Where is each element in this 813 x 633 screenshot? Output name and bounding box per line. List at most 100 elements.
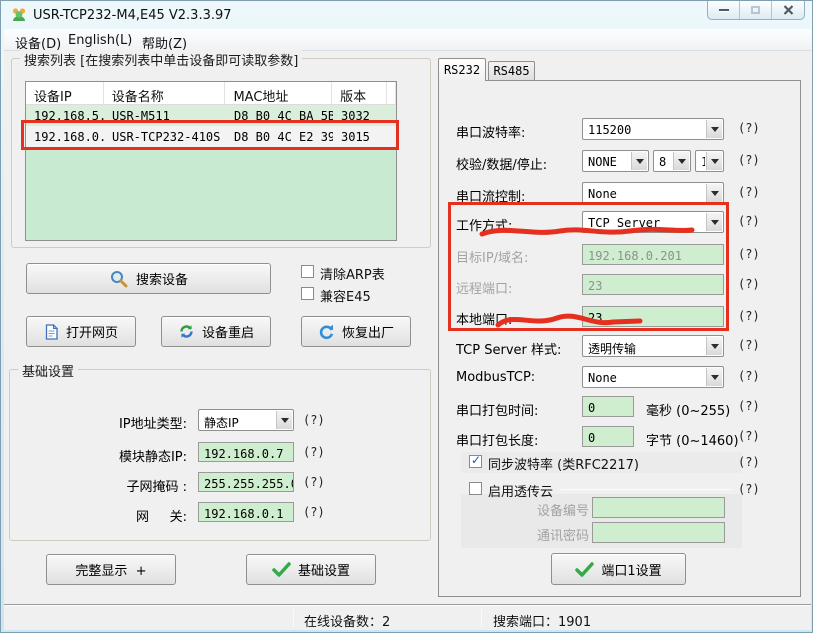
chevron-down-icon — [673, 152, 689, 170]
pack-time-field[interactable]: 0 — [582, 396, 634, 417]
parity-help[interactable]: (?) — [738, 153, 760, 167]
modbus-value: None — [583, 367, 705, 387]
remote-port-field[interactable]: 23 — [582, 274, 724, 295]
parity-value: NONE — [583, 151, 630, 171]
gateway-help[interactable]: (?) — [303, 505, 325, 519]
tcp-style-help[interactable]: (?) — [738, 338, 760, 352]
modbus-dropdown[interactable]: None — [582, 366, 724, 388]
ip-type-dropdown[interactable]: 静态IP — [198, 409, 294, 431]
subnet-mask-label: 子网掩码 : — [91, 476, 187, 495]
work-mode-value: TCP Server — [583, 212, 705, 232]
ip-type-value: 静态IP — [199, 410, 275, 430]
ip-type-help[interactable]: (?) — [303, 413, 325, 427]
device-row-1[interactable]: 192.168.5.21 USR-M511 D8 B0 4C BA 5B C6 … — [26, 105, 396, 126]
cell-version: 3015 — [333, 126, 388, 147]
baud-dropdown[interactable]: 115200 — [582, 118, 724, 140]
base-settings-title: 基础设置 — [18, 361, 78, 380]
chevron-down-icon — [706, 184, 722, 202]
flow-help[interactable]: (?) — [738, 185, 760, 199]
device-id-field[interactable] — [592, 497, 725, 518]
port1-setup-button[interactable]: 端口1设置 — [551, 553, 686, 585]
compat-e45-label: 兼容E45 — [320, 286, 371, 305]
data-bits-value: 8 — [654, 151, 672, 171]
comm-password-field[interactable] — [592, 522, 725, 543]
dest-ip-field[interactable]: 192.168.0.201 — [582, 244, 724, 265]
chevron-down-icon — [706, 152, 722, 170]
dest-ip-label: 目标IP/域名: — [456, 247, 528, 266]
base-setup-button[interactable]: 基础设置 — [246, 554, 376, 585]
full-display-label: 完整显示 + — [75, 560, 146, 579]
sync-baud-checkbox[interactable] — [469, 455, 482, 468]
pack-time-help[interactable]: (?) — [738, 399, 760, 413]
chevron-down-icon — [631, 152, 647, 170]
maximize-button[interactable] — [740, 1, 772, 19]
cell-ip: 192.168.5.21 — [26, 105, 104, 126]
remote-port-label: 远程端口: — [456, 278, 512, 297]
local-port-label: 本地端口: — [456, 309, 512, 328]
open-web-button[interactable]: 打开网页 — [26, 316, 136, 347]
checkmark-icon — [272, 562, 291, 577]
baud-value: 115200 — [583, 119, 705, 139]
pack-len-help[interactable]: (?) — [738, 429, 760, 443]
minimize-icon — [719, 9, 729, 12]
cell-version: 3032 — [333, 105, 388, 126]
stop-bits-value: 1 — [696, 151, 705, 171]
statusbar-divider — [481, 609, 482, 627]
local-port-field[interactable]: 23 — [582, 306, 724, 327]
tab-rs485[interactable]: RS485 — [488, 61, 535, 81]
web-page-icon — [44, 324, 59, 340]
tcp-style-label: TCP Server 样式: — [456, 339, 561, 358]
menu-item-english[interactable]: English(L) — [64, 32, 136, 49]
cell-mac: D8 B0 4C BA 5B C6 — [226, 105, 333, 126]
close-icon — [783, 5, 794, 15]
factory-reset-button[interactable]: 恢复出厂 — [301, 316, 411, 347]
cell-mac: D8 B0 4C E2 39 E3 — [226, 126, 333, 147]
static-ip-field[interactable]: 192.168.0.7 — [198, 442, 294, 462]
col-header-device-name: 设备名称 — [104, 82, 226, 104]
data-bits-dropdown[interactable]: 8 — [653, 150, 691, 172]
cloud-checkbox[interactable] — [469, 482, 482, 495]
stop-bits-dropdown[interactable]: 1 — [695, 150, 724, 172]
work-mode-dropdown[interactable]: TCP Server — [582, 211, 724, 233]
tcp-style-dropdown[interactable]: 透明传输 — [582, 335, 724, 357]
static-ip-label: 模块静态IP: — [91, 446, 187, 465]
minimize-button[interactable] — [708, 1, 740, 19]
tab-rs232[interactable]: RS232 — [438, 58, 486, 81]
remote-port-help[interactable]: (?) — [738, 277, 760, 291]
sync-baud-help[interactable]: (?) — [738, 455, 760, 469]
base-setup-label: 基础设置 — [298, 560, 350, 579]
open-web-label: 打开网页 — [66, 322, 118, 341]
modbus-help[interactable]: (?) — [738, 369, 760, 383]
parity-dropdown[interactable]: NONE — [582, 150, 649, 172]
pack-len-field[interactable]: 0 — [582, 426, 634, 447]
subnet-mask-help[interactable]: (?) — [303, 475, 325, 489]
checkmark-icon — [575, 562, 594, 577]
clear-arp-checkbox[interactable] — [301, 265, 314, 278]
status-bar: 在线设备数：2 搜索端口：1901 — [4, 604, 811, 630]
device-row-2-selected[interactable]: 192.168.0.7 USR-TCP232-410S D8 B0 4C E2 … — [26, 126, 396, 147]
full-display-button[interactable]: 完整显示 + — [46, 554, 176, 585]
subnet-mask-field[interactable]: 255.255.255.0 — [198, 472, 294, 492]
flow-dropdown[interactable]: None — [582, 182, 724, 204]
app-icon — [11, 7, 27, 23]
close-button[interactable] — [772, 1, 804, 19]
chevron-down-icon — [706, 337, 722, 355]
work-mode-help[interactable]: (?) — [738, 214, 760, 228]
compat-e45-checkbox[interactable] — [301, 287, 314, 300]
restart-device-button[interactable]: 设备重启 — [161, 316, 271, 347]
gateway-field[interactable]: 192.168.0.1 — [198, 502, 294, 522]
sync-baud-label: 同步波特率 (类RFC2217) — [488, 454, 639, 473]
statusbar-divider — [293, 609, 294, 627]
pack-len-label: 串口打包长度: — [456, 430, 538, 449]
search-device-button[interactable]: 搜索设备 — [26, 263, 271, 294]
baud-label: 串口波特率: — [456, 122, 525, 141]
flow-label: 串口流控制: — [456, 186, 525, 205]
static-ip-help[interactable]: (?) — [303, 445, 325, 459]
dest-ip-help[interactable]: (?) — [738, 247, 760, 261]
online-device-count: 在线设备数：2 — [304, 611, 390, 630]
local-port-help[interactable]: (?) — [738, 309, 760, 323]
tcp-style-value: 透明传输 — [583, 336, 705, 356]
flow-value: None — [583, 183, 705, 203]
baud-help[interactable]: (?) — [738, 121, 760, 135]
device-table: 设备IP 设备名称 MAC地址 版本 192.168.5.21 USR-M511… — [25, 81, 397, 241]
